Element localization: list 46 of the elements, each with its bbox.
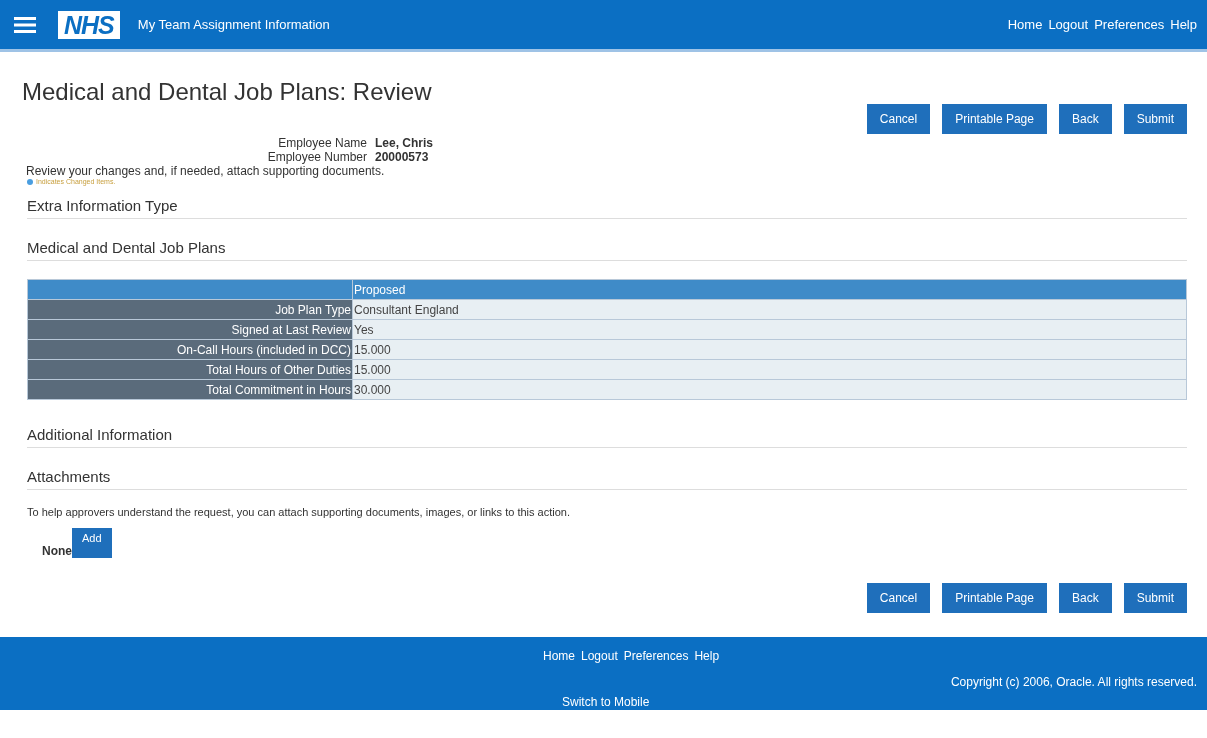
menu-icon[interactable]	[14, 15, 36, 34]
field-label: Employee Name	[277, 136, 367, 150]
footer-link[interactable]: Help	[694, 649, 720, 663]
header-link[interactable]: Logout	[1048, 17, 1089, 32]
row-label: On-Call Hours (included in DCC)	[27, 339, 353, 360]
cancel-button[interactable]: Cancel	[866, 583, 931, 613]
mobile-link[interactable]: Switch to Mobile	[562, 695, 650, 709]
row-label: Job Plan Type	[27, 299, 353, 320]
table-cell: Consultant England	[352, 299, 1187, 320]
copyright-text: Copyright (c) 2006, Oracle. All rights reserved.	[950, 675, 1197, 689]
footer-link[interactable]: Preferences	[623, 649, 689, 663]
table-cell: Yes	[352, 319, 1187, 340]
row-label: Signed at Last Review	[27, 319, 353, 340]
footer-link[interactable]: Logout	[581, 649, 618, 663]
changed-dot-icon	[27, 178, 33, 185]
field-value: Lee, Chris	[375, 136, 434, 150]
row-label: Total Hours of Other Duties	[27, 359, 353, 380]
field-label: Employee Number	[266, 150, 367, 164]
table-cell: 15.000	[352, 359, 1187, 380]
instruction-text: Review your changes and, if needed, attach supporting documents.	[26, 164, 386, 178]
logo: NHS	[58, 10, 120, 39]
attachment-status: None	[42, 544, 72, 558]
page-title: Medical and Dental Job Plans: Review	[22, 78, 433, 106]
footer-link[interactable]: Home	[543, 649, 575, 663]
section-heading: Extra Information Type	[27, 197, 1187, 219]
row-label: Total Commitment in Hours	[27, 379, 353, 400]
printable-page-button[interactable]: Printable Page	[942, 583, 1047, 613]
header-link[interactable]: Preferences	[1094, 17, 1165, 32]
submit-button[interactable]: Submit	[1123, 583, 1187, 613]
column-header: Proposed	[352, 279, 1187, 300]
section-heading: Attachments	[27, 468, 1187, 490]
help-text: To help approvers understand the request, you can attach supporting documents, images, or links to this action.	[27, 506, 571, 518]
header-link[interactable]: Home	[1007, 17, 1043, 32]
app-title: My Team Assignment Information	[137, 17, 331, 32]
header-link[interactable]: Help	[1170, 17, 1197, 32]
table-cell: 15.000	[352, 339, 1187, 360]
back-button[interactable]: Back	[1058, 104, 1112, 134]
section-heading: Medical and Dental Job Plans	[27, 239, 1187, 261]
printable-page-button[interactable]: Printable Page	[942, 104, 1047, 134]
back-button[interactable]: Back	[1058, 583, 1112, 613]
section-heading: Additional Information	[27, 426, 1187, 448]
submit-button[interactable]: Submit	[1123, 104, 1187, 134]
add-button[interactable]: Add	[72, 528, 112, 558]
table-cell: 30.000	[352, 379, 1187, 400]
cancel-button[interactable]: Cancel	[866, 104, 931, 134]
field-value: 20000573	[375, 150, 430, 164]
